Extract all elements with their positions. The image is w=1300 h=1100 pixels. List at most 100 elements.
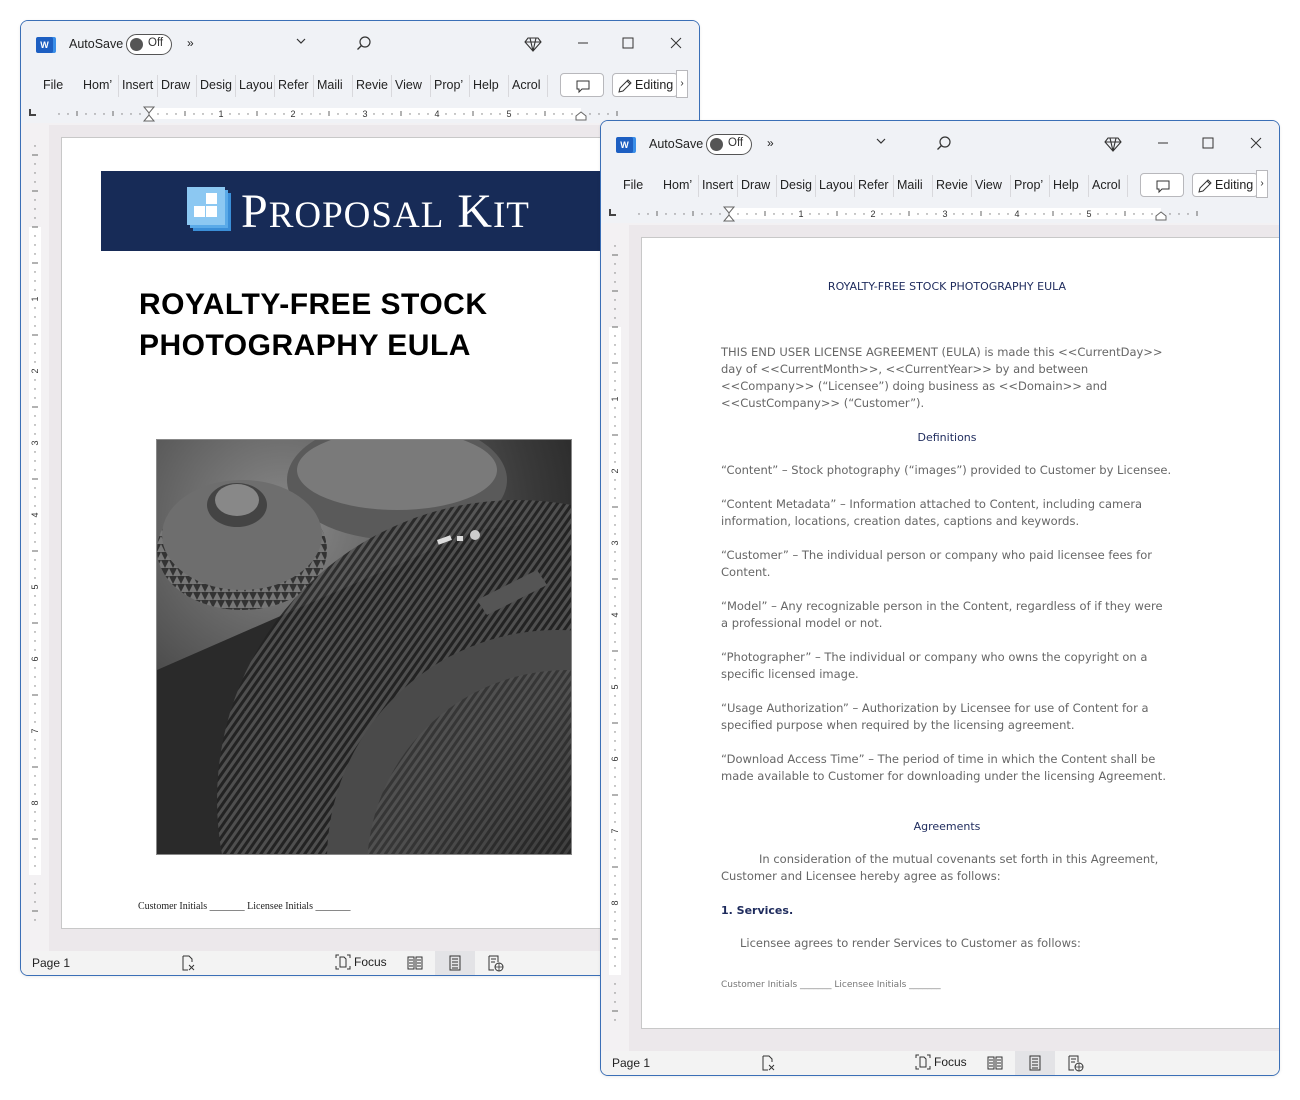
print-layout-icon[interactable] [446,954,464,972]
vertical-ruler[interactable]: 1 2 3 4 5 6 7 8 [601,225,629,1025]
document-canvas[interactable]: ROYALTY-FREE STOCK PHOTOGRAPHY EULA THIS… [629,225,1279,1061]
ruler-dot [34,199,36,201]
comments-button[interactable] [1140,173,1184,197]
ribbon-expand-button[interactable]: › [1256,170,1268,198]
ruler-dot [614,659,616,661]
tab-home[interactable]: Hom’ [83,78,115,92]
tab-help[interactable]: Help [473,78,506,92]
ruler-dot [1079,213,1081,215]
pencil-icon [618,79,632,93]
page-indicator[interactable]: Page 1 [612,1056,650,1070]
brand-initial: K [457,185,493,238]
accessibility-check-icon[interactable] [759,1054,777,1072]
tab-properties[interactable]: Prop’ [1014,178,1047,192]
tab-design[interactable]: Desig [200,78,233,92]
ruler-dot [614,308,616,310]
tab-separator [893,175,894,197]
close-button[interactable] [666,33,686,53]
tab-help[interactable]: Help [1053,178,1086,192]
ruler-number: 1 [610,396,620,401]
tab-file[interactable]: File [43,78,67,92]
tab-acrobat[interactable]: Acrol [512,78,545,92]
tab-view[interactable]: View [395,78,428,92]
tab-design[interactable]: Desig [780,178,813,192]
tab-insert[interactable]: Insert [702,178,735,192]
proposal-kit-logo-icon [187,187,231,231]
maximize-button[interactable] [1198,133,1218,153]
ribbon-tabs: File Hom’ Insert Draw Desig Layou Refer … [601,169,1279,205]
tab-review[interactable]: Revie [356,78,389,92]
tab-review[interactable]: Revie [936,178,969,192]
read-mode-icon[interactable] [986,1054,1004,1072]
horizontal-ruler[interactable]: 1 2 3 4 5 [601,205,1279,223]
search-icon[interactable] [935,135,953,153]
editing-label: Editing [635,78,674,92]
ruler-dot [34,451,36,453]
ruler-dot [890,213,892,215]
ruler-dot [247,113,249,115]
focus-mode-button[interactable]: Focus [335,954,387,970]
autosave-toggle[interactable]: Off [706,134,752,155]
ruler-dot [917,213,919,215]
tab-view[interactable]: View [975,178,1008,192]
diamond-premium-icon[interactable] [524,35,542,53]
tab-draw[interactable]: Draw [161,78,194,92]
ruler-dot [94,113,96,115]
tab-acrobat[interactable]: Acrol [1092,178,1125,192]
ruler-ticks: 1 2 3 4 5 [638,206,1198,222]
ruler-dot [614,641,616,643]
tab-draw[interactable]: Draw [741,178,774,192]
ruler-dot [614,992,616,994]
tab-file[interactable]: File [623,178,647,192]
tab-mailings[interactable]: Maili [897,178,930,192]
brand-word: IT [492,195,530,236]
chevron-down-icon[interactable] [875,135,887,150]
ruler-dot [34,523,36,525]
close-button[interactable] [1246,133,1266,153]
horizontal-ruler[interactable]: 1 2 3 4 5 [21,105,699,123]
ruler-dot [34,883,36,885]
web-layout-icon[interactable] [486,954,504,972]
ruler-dot [34,703,36,705]
tab-references[interactable]: Refer [278,78,311,92]
ruler-dot [34,865,36,867]
vertical-ruler[interactable]: 1 2 3 4 5 6 7 8 [21,125,49,925]
web-layout-icon[interactable] [1066,1054,1084,1072]
tab-layout[interactable]: Layou [819,178,852,192]
minimize-button[interactable] [573,33,593,53]
maximize-button[interactable] [618,33,638,53]
print-layout-icon[interactable] [1026,1054,1044,1072]
ruler-dot [614,533,616,535]
page-indicator[interactable]: Page 1 [32,956,70,970]
ruler-dot [355,113,357,115]
accessibility-check-icon[interactable] [179,954,197,972]
autosave-toggle[interactable]: Off [126,34,172,55]
tab-insert[interactable]: Insert [122,78,155,92]
tab-mailings[interactable]: Maili [317,78,350,92]
document-page[interactable]: ROYALTY-FREE STOCK PHOTOGRAPHY EULA THIS… [641,237,1279,1029]
ruler-dot [614,587,616,589]
focus-mode-button[interactable]: Focus [915,1054,967,1070]
diamond-premium-icon[interactable] [1104,135,1122,153]
search-icon[interactable] [355,35,373,53]
tab-properties[interactable]: Prop’ [434,78,467,92]
more-commands-button[interactable]: » [767,136,774,150]
editing-mode-button[interactable]: Editing [1192,173,1258,197]
tab-separator [391,75,392,97]
ruler-dot [614,443,616,445]
tab-references[interactable]: Refer [858,178,891,192]
minimize-button[interactable] [1153,133,1173,153]
ribbon-expand-button[interactable]: › [676,70,688,98]
ruler-dot [391,113,393,115]
chevron-down-icon[interactable] [295,35,307,50]
tab-layout[interactable]: Layou [239,78,272,92]
ruler-dot [34,856,36,858]
read-mode-icon[interactable] [406,954,424,972]
status-bar: Page 1 Focus [21,951,699,975]
editing-mode-button[interactable]: Editing [612,73,678,97]
ruler-number: 5 [610,684,620,689]
comments-button[interactable] [560,73,604,97]
tab-home[interactable]: Hom’ [663,178,695,192]
ruler-dot [121,113,123,115]
more-commands-button[interactable]: » [187,36,194,50]
